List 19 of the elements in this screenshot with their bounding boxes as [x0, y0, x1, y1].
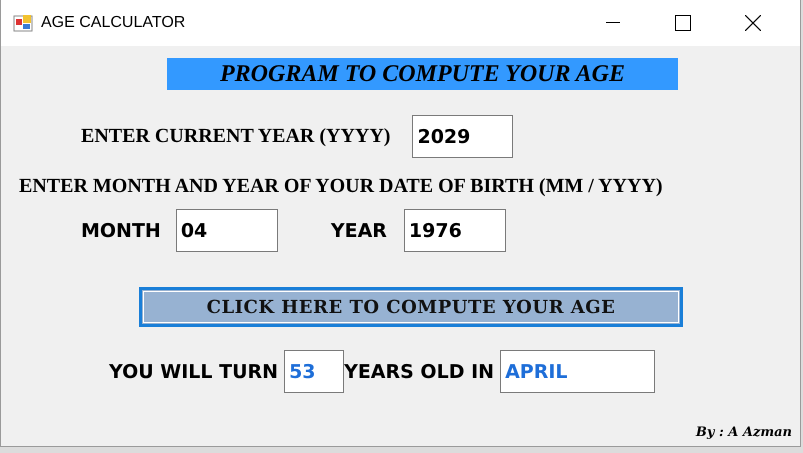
minimize-icon: [606, 22, 620, 24]
birth-date-label: ENTER MONTH AND YEAR OF YOUR DATE OF BIRTH (MM / YYYY): [19, 175, 663, 198]
maximize-icon: [675, 15, 691, 31]
result-label: YOU WILL TURN: [109, 360, 278, 382]
close-icon: [745, 15, 761, 31]
year-field[interactable]: 1976: [404, 209, 506, 252]
month-label: MONTH: [81, 220, 161, 242]
month-field[interactable]: 04: [176, 209, 278, 252]
year-label: YEAR: [330, 220, 387, 242]
years-old-label: YEARS OLD IN: [344, 360, 494, 382]
compute-button[interactable]: CLICK HERE TO COMPUTE YOUR AGE: [139, 287, 683, 327]
app-icon: [13, 13, 33, 33]
age-field[interactable]: 53: [284, 350, 344, 393]
birth-month-field[interactable]: APRIL: [500, 350, 656, 393]
program-heading: PROGRAM TO COMPUTE YOUR AGE: [167, 58, 678, 90]
current-year-label: ENTER CURRENT YEAR (YYYY): [81, 125, 390, 148]
current-year-field[interactable]: 2029: [412, 115, 514, 158]
window-title: AGE CALCULATOR: [41, 14, 186, 32]
author-credit: By : A Azman: [696, 425, 792, 440]
